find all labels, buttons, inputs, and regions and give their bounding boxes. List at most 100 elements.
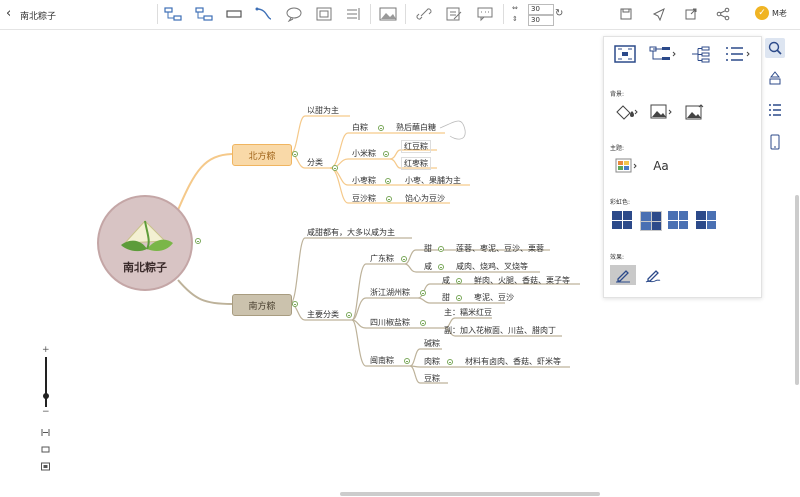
layout-list-icon[interactable] (724, 45, 754, 63)
south-category-topic[interactable]: 主要分类 (307, 309, 339, 320)
refresh-icon[interactable]: ↻ (555, 8, 563, 19)
collapse-toggle[interactable] (378, 125, 384, 131)
summary-icon[interactable] (313, 4, 335, 24)
link-icon[interactable] (413, 4, 435, 24)
guangdong-topic[interactable]: 广东粽 (370, 253, 394, 264)
collapse-toggle[interactable] (404, 358, 410, 364)
collapse-toggle[interactable] (383, 151, 389, 157)
mn-dou-topic[interactable]: 豆粽 (424, 373, 440, 384)
dousha-detail[interactable]: 馅心为豆沙 (405, 193, 445, 204)
collapse-toggle[interactable] (386, 196, 392, 202)
gd-salty-topic[interactable]: 咸 (424, 261, 432, 272)
collapse-toggle[interactable] (456, 278, 462, 284)
north-category-topic[interactable]: 分类 (307, 157, 323, 168)
fullscreen-icon[interactable] (41, 456, 50, 471)
jz-sweet-topic[interactable]: 甜 (442, 292, 450, 303)
xiaomi-topic[interactable]: 小米粽 (352, 148, 376, 159)
mn-jian-topic[interactable]: 碱粽 (424, 338, 440, 349)
vertical-scrollbar[interactable] (795, 195, 799, 385)
xiaozao-topic[interactable]: 小枣粽 (352, 175, 376, 186)
style-brush-icon[interactable] (765, 38, 785, 58)
sc-main-topic[interactable]: 主：糯米红豆 (444, 307, 492, 318)
mn-rou-detail[interactable]: 材料有卤肉、香菇、虾米等 (465, 356, 561, 367)
outline-list-icon[interactable] (765, 100, 785, 120)
horizontal-scrollbar[interactable] (340, 492, 600, 496)
comment-icon[interactable] (283, 4, 305, 24)
node-style-icon[interactable] (765, 68, 785, 88)
zoom-slider-handle[interactable] (43, 393, 49, 399)
send-icon[interactable] (648, 4, 670, 24)
outline-icon[interactable] (343, 4, 365, 24)
jz-salty-topic[interactable]: 咸 (442, 275, 450, 286)
subtopic-icon[interactable] (193, 4, 215, 24)
baizong-detail[interactable]: 熟后蘸白糖 (396, 122, 436, 133)
collapse-toggle[interactable] (438, 264, 444, 270)
width-input[interactable]: 30 (528, 4, 554, 15)
fit-width-icon[interactable] (41, 422, 50, 436)
collapse-toggle[interactable] (292, 151, 298, 157)
north-sweet-topic[interactable]: 以甜为主 (307, 105, 339, 116)
south-taste-topic[interactable]: 咸甜都有，大多以咸为主 (307, 227, 395, 238)
collapse-toggle[interactable] (420, 320, 426, 326)
effect-handdrawn-icon[interactable] (640, 265, 666, 285)
avatar[interactable]: ✓ (755, 6, 769, 20)
layout-tree-icon[interactable] (648, 45, 678, 63)
sichuan-topic[interactable]: 四川椒盐粽 (370, 317, 410, 328)
structure-icon[interactable] (162, 4, 184, 24)
height-input[interactable]: 30 (528, 15, 554, 26)
effect-pen-icon[interactable] (610, 265, 636, 285)
hongzao-topic[interactable]: 红枣粽 (401, 157, 431, 170)
mobile-preview-icon[interactable] (765, 132, 785, 152)
collapse-toggle[interactable] (401, 256, 407, 262)
collapse-toggle[interactable] (292, 301, 298, 307)
mn-rou-topic[interactable]: 肉粽 (424, 356, 440, 367)
collapse-toggle[interactable] (420, 290, 426, 296)
root-topic[interactable]: 南北粽子 (97, 195, 193, 291)
theme-font-icon[interactable]: Aa (648, 157, 674, 175)
message-icon[interactable] (474, 4, 496, 24)
collapse-toggle[interactable] (438, 246, 444, 252)
share-icon[interactable] (712, 4, 734, 24)
collapse-toggle[interactable] (385, 178, 391, 184)
north-branch-topic[interactable]: 北方粽 (232, 144, 292, 166)
collapse-toggle[interactable] (346, 312, 352, 318)
rainbow-option-1[interactable] (612, 211, 632, 229)
zoom-in-button[interactable]: + (42, 345, 50, 355)
collapse-toggle[interactable] (332, 165, 338, 171)
topic-box-icon[interactable] (223, 4, 245, 24)
document-title[interactable]: 南北粽子 (20, 9, 56, 22)
back-icon[interactable]: ‹ (6, 6, 11, 21)
gd-sweet-topic[interactable]: 甜 (424, 243, 432, 254)
layout-org-icon[interactable] (688, 45, 716, 63)
theme-color-icon[interactable] (614, 157, 640, 175)
jz-salty-detail[interactable]: 鲜肉、火腿、香菇、栗子等 (474, 275, 570, 286)
background-color-icon[interactable] (614, 103, 640, 121)
gd-sweet-detail[interactable]: 莲蓉、枣泥、豆沙、栗蓉 (456, 243, 544, 254)
note-icon[interactable] (443, 4, 465, 24)
xiaozao-detail[interactable]: 小枣、果脯为主 (405, 175, 461, 186)
user-menu[interactable]: ✓ M老 (755, 6, 787, 20)
zoom-out-button[interactable]: − (42, 407, 50, 417)
gd-salty-detail[interactable]: 咸肉、烧鸡、叉烧等 (456, 261, 528, 272)
south-branch-topic[interactable]: 南方粽 (232, 294, 292, 316)
connector-icon[interactable] (253, 4, 275, 24)
dousha-topic[interactable]: 豆沙粽 (352, 193, 376, 204)
jiangzhe-topic[interactable]: 浙江湖州粽 (370, 287, 410, 298)
background-image-icon[interactable] (649, 103, 675, 121)
zoom-slider-track[interactable] (45, 357, 47, 407)
image-icon[interactable] (377, 4, 399, 24)
baizong-topic[interactable]: 白粽 (352, 122, 368, 133)
collapse-toggle[interactable] (195, 238, 201, 244)
actual-size-icon[interactable] (41, 439, 50, 453)
save-icon[interactable] (615, 4, 637, 24)
minnan-topic[interactable]: 闽南粽 (370, 355, 394, 366)
layout-mindmap-icon[interactable] (614, 45, 636, 63)
rainbow-option-3[interactable] (668, 211, 688, 229)
background-upload-icon[interactable] (684, 103, 706, 121)
rainbow-option-4[interactable] (696, 211, 716, 229)
sc-sub-topic[interactable]: 副：加入花椒面、川盐、腊肉丁 (444, 325, 556, 336)
jz-sweet-detail[interactable]: 枣泥、豆沙 (474, 292, 514, 303)
export-icon[interactable] (680, 4, 702, 24)
hongdou-topic[interactable]: 红豆粽 (401, 140, 431, 153)
rainbow-option-2[interactable] (640, 211, 662, 231)
